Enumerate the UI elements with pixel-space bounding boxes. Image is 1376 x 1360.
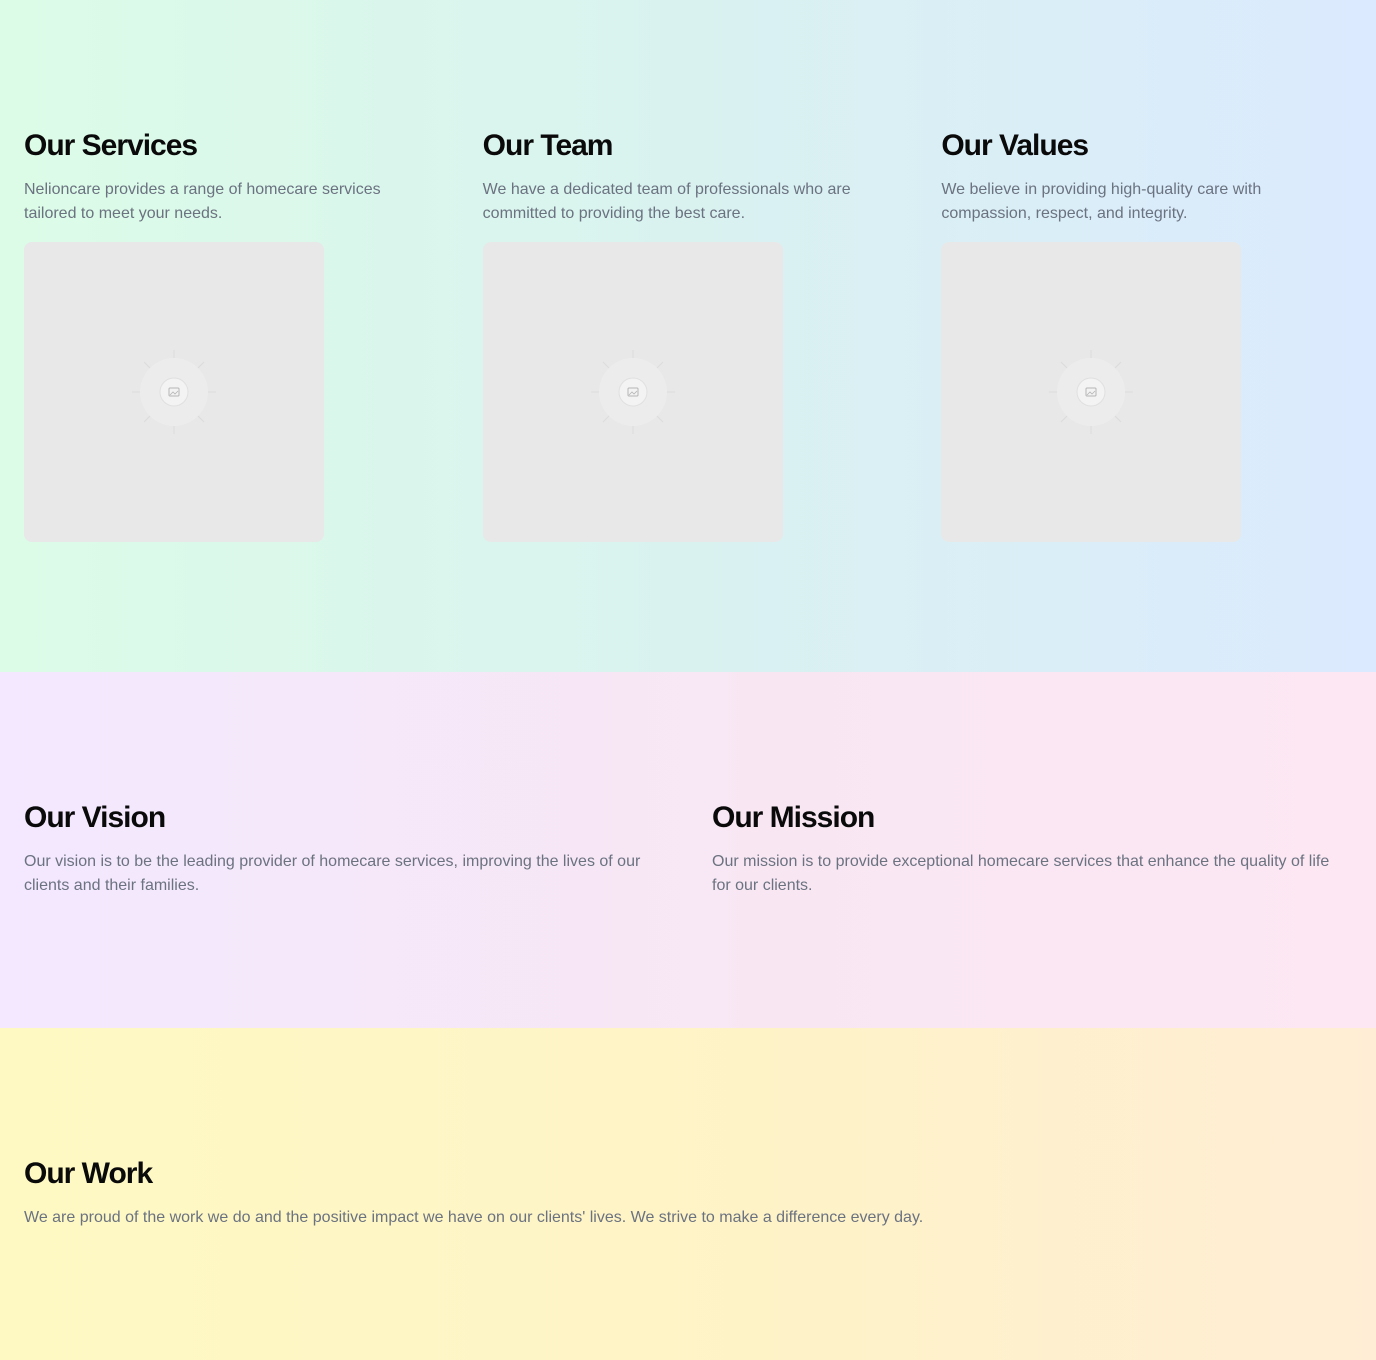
- mission-column: Our Mission Our mission is to provide ex…: [712, 800, 1352, 898]
- work-heading: Our Work: [24, 1157, 153, 1190]
- values-heading: Our Values: [941, 129, 1089, 162]
- our-work-section: Our Work We are proud of the work we do …: [0, 1028, 1376, 1360]
- vision-description: Our vision is to be the leading provider…: [24, 853, 641, 894]
- two-column-row: Our Vision Our vision is to be the leadi…: [24, 800, 1352, 898]
- mission-description: Our mission is to provide exceptional ho…: [712, 853, 1330, 894]
- image-placeholder-icon: [1049, 350, 1134, 434]
- team-image-placeholder: [482, 242, 783, 542]
- values-description: We believe in providing high-quality car…: [941, 181, 1262, 222]
- work-description: We are proud of the work we do and the p…: [24, 1209, 924, 1226]
- image-placeholder-icon: [132, 350, 216, 434]
- vision-column: Our Vision Our vision is to be the leadi…: [24, 800, 664, 898]
- vision-heading: Our Vision: [24, 801, 166, 834]
- services-description: Nelioncare provides a range of homecare …: [24, 181, 381, 222]
- values-column: Our Values We believe in providing high-…: [941, 128, 1352, 542]
- team-column: Our Team We have a dedicated team of pro…: [482, 128, 894, 542]
- services-team-values-section: Our Services Nelioncare provides a range…: [0, 0, 1376, 672]
- image-placeholder-icon: [590, 350, 675, 434]
- three-column-row: Our Services Nelioncare provides a range…: [24, 128, 1352, 542]
- services-image-placeholder: [24, 242, 324, 542]
- mission-heading: Our Mission: [712, 801, 875, 834]
- team-heading: Our Team: [482, 129, 614, 162]
- team-description: We have a dedicated team of professional…: [482, 181, 851, 222]
- services-column: Our Services Nelioncare provides a range…: [24, 128, 435, 542]
- vision-mission-section: Our Vision Our vision is to be the leadi…: [0, 672, 1376, 1028]
- services-heading: Our Services: [24, 129, 198, 162]
- values-image-placeholder: [941, 242, 1242, 542]
